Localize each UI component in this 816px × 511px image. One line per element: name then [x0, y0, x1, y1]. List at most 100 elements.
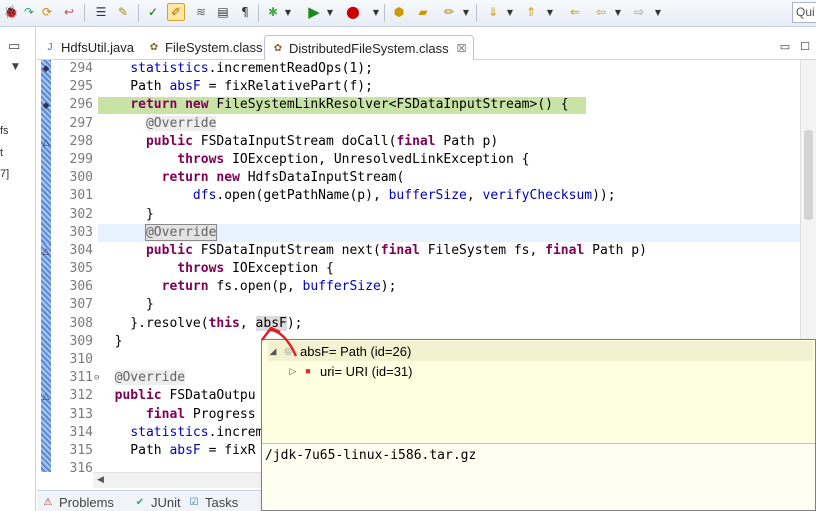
highlight-toggle-icon[interactable]: ✐ [167, 3, 185, 21]
minimize-icon[interactable]: ▭ [8, 39, 20, 54]
horizontal-scrollbar[interactable]: ◀ [93, 472, 263, 488]
code-line[interactable]: 296 return new FileSystemLinkResolver<FS… [53, 96, 816, 115]
search-dropdown-icon[interactable]: ▼ [462, 4, 470, 20]
code-line[interactable]: 308 }.resolve(this, absF); [53, 315, 816, 333]
scrollbar-thumb[interactable] [804, 130, 813, 220]
previous-annotation-dropdown-icon[interactable]: ▼ [546, 4, 554, 20]
scroll-left-icon[interactable]: ◀ [97, 475, 104, 485]
code-line[interactable]: 303 @Override [53, 223, 816, 242]
line-number: 299 [69, 151, 93, 167]
next-annotation-dropdown-icon[interactable]: ▼ [506, 4, 514, 20]
line-number: 306 [69, 279, 93, 295]
tree-item-fragment[interactable]: t [0, 147, 3, 159]
code-text: Path absF = fixRelativePart(f); [99, 78, 373, 96]
expand-icon[interactable]: ▷ [288, 366, 298, 377]
line-number: 315 [69, 442, 93, 458]
show-whitespace-icon[interactable]: ¶ [236, 3, 254, 21]
main-toolbar: 🐞 ↷ ⟳ ↩ ☰ ✎ ✓ ✐ ≋ ▤ ¶ ✱ ▼ ▶ ▼ ⬤ ▼ ⬢ ▰ ✏ … [0, 0, 816, 27]
code-line[interactable]: 302 } [53, 206, 816, 224]
tree-row-absf[interactable]: ◢ ◎ absF= Path (id=26) [268, 341, 813, 361]
drop-to-frame-icon[interactable]: ↩ [60, 3, 78, 21]
forward-icon[interactable]: ⇨ [630, 3, 648, 21]
code-token: public [114, 388, 162, 404]
code-line[interactable]: 300 return new HdfsDataInputStream( [53, 169, 816, 187]
code-text: dfs.open(getPathName(p), bufferSize, ver… [99, 187, 616, 205]
code-token: .incrementReadOps(1); [208, 61, 373, 76]
view-menu-icon[interactable]: ▼ [12, 62, 19, 72]
tab-hdfsutil[interactable]: J HdfsUtil.java [43, 35, 134, 60]
run-icon[interactable]: ▶ [305, 3, 323, 21]
quick-access-input[interactable]: Qui [792, 2, 816, 23]
refresh-icon[interactable]: ⟳ [38, 3, 56, 21]
override-marker-icon: △ [42, 392, 50, 402]
run-dropdown-icon[interactable]: ▼ [326, 4, 334, 20]
minimize-editor-icon[interactable]: ▭ [777, 39, 793, 53]
code-line[interactable]: 294 statistics.incrementReadOps(1); [53, 60, 816, 78]
line-number: 310 [69, 352, 93, 367]
previous-annotation-icon[interactable]: ⇑ [522, 3, 540, 21]
toolbar-separator [84, 4, 85, 22]
code-line[interactable]: 295 Path absF = fixRelativePart(f); [53, 78, 816, 96]
tree-item-fragment[interactable]: 7] [0, 168, 9, 180]
tab-tasks[interactable]: ☑ Tasks [187, 495, 239, 510]
forward-dropdown-icon[interactable]: ▼ [654, 4, 662, 20]
tree-row-uri[interactable]: ▷ ■ uri= URI (id=31) [288, 361, 413, 381]
external-tools-icon[interactable]: ⬤ [344, 3, 362, 21]
skip-breakpoints-icon[interactable]: 🐞 [2, 3, 20, 21]
variable-detail-pane[interactable]: /jdk-7u65-linux-i586.tar.gz [262, 443, 815, 510]
step-return-icon[interactable]: ↷ [20, 3, 38, 21]
debug-icon[interactable]: ✱ [264, 3, 282, 21]
mark-occurrences-icon[interactable]: ✓ [144, 3, 162, 21]
tab-filesystem-class[interactable]: ✿ FileSystem.class [147, 35, 263, 60]
toolbar-separator [476, 4, 477, 22]
code-line[interactable]: 305 throws IOException { [53, 260, 816, 278]
line-number: 294 [69, 61, 93, 76]
code-token: final [380, 242, 420, 258]
back-icon[interactable]: ⇦ [592, 3, 610, 21]
debug-dropdown-icon[interactable]: ▼ [284, 4, 292, 20]
code-line[interactable]: 307 } [53, 296, 816, 314]
back-dropdown-icon[interactable]: ▼ [614, 4, 622, 20]
code-token: }.resolve( [99, 315, 209, 331]
next-annotation-icon[interactable]: ⇓ [484, 3, 502, 21]
changed-lines-marker [41, 146, 51, 244]
code-token: return [130, 97, 178, 113]
last-edit-location-icon[interactable]: ⇐ [566, 3, 584, 21]
search-icon[interactable]: ✏ [440, 3, 458, 21]
word-wrap-icon[interactable]: ≋ [192, 3, 210, 21]
code-token: absF [169, 79, 201, 95]
code-line[interactable]: 301 dfs.open(getPathName(p), bufferSize,… [53, 187, 816, 205]
close-tab-icon[interactable]: ☒ [457, 42, 467, 55]
line-number: 300 [69, 170, 93, 186]
code-token: HdfsDataInputStream( [239, 170, 405, 186]
overview-ruler[interactable]: ◆ ◆ △ △ △ [37, 60, 53, 490]
code-line[interactable]: 298 public FSDataInputStream doCall(fina… [53, 133, 816, 151]
code-line[interactable]: 306 return fs.open(p, bufferSize); [53, 278, 816, 296]
code-token: FSDataOutpu [161, 388, 256, 404]
open-folder-icon[interactable]: ▰ [414, 3, 432, 21]
code-token: verifyChecksum [482, 188, 593, 204]
tab-problems[interactable]: ⚠ Problems [41, 495, 114, 510]
code-line[interactable]: 297 @Override [53, 115, 816, 133]
format-icon[interactable]: ☰ [92, 3, 110, 21]
tab-distributedfilesystem-class[interactable]: ✿ DistributedFileSystem.class ☒ [264, 35, 474, 60]
toolbar-separator [138, 4, 139, 22]
code-line[interactable]: 299 throws IOException, UnresolvedLinkEx… [53, 151, 816, 169]
tab-junit[interactable]: ✔ JUnit [133, 495, 181, 510]
variable-inspect-popup[interactable]: ◢ ◎ absF= Path (id=26) ▷ ■ uri= URI (id=… [261, 339, 816, 511]
code-token: } [99, 206, 154, 222]
tree-item-fragment[interactable]: fs [0, 125, 9, 137]
external-tools-dropdown-icon[interactable]: ▼ [372, 4, 380, 20]
variable-tree[interactable]: ◢ ◎ absF= Path (id=26) ▷ ■ uri= URI (id=… [262, 340, 815, 442]
maximize-editor-icon[interactable]: ☐ [797, 39, 813, 53]
block-selection-icon[interactable]: ▤ [214, 3, 232, 21]
code-token: statistics [130, 424, 209, 440]
code-token: final [145, 406, 186, 422]
filter-icon[interactable]: ✎ [114, 3, 132, 21]
code-line[interactable]: 304 public FSDataInputStream next(final … [53, 242, 816, 260]
new-package-icon[interactable]: ⬢ [390, 3, 408, 21]
